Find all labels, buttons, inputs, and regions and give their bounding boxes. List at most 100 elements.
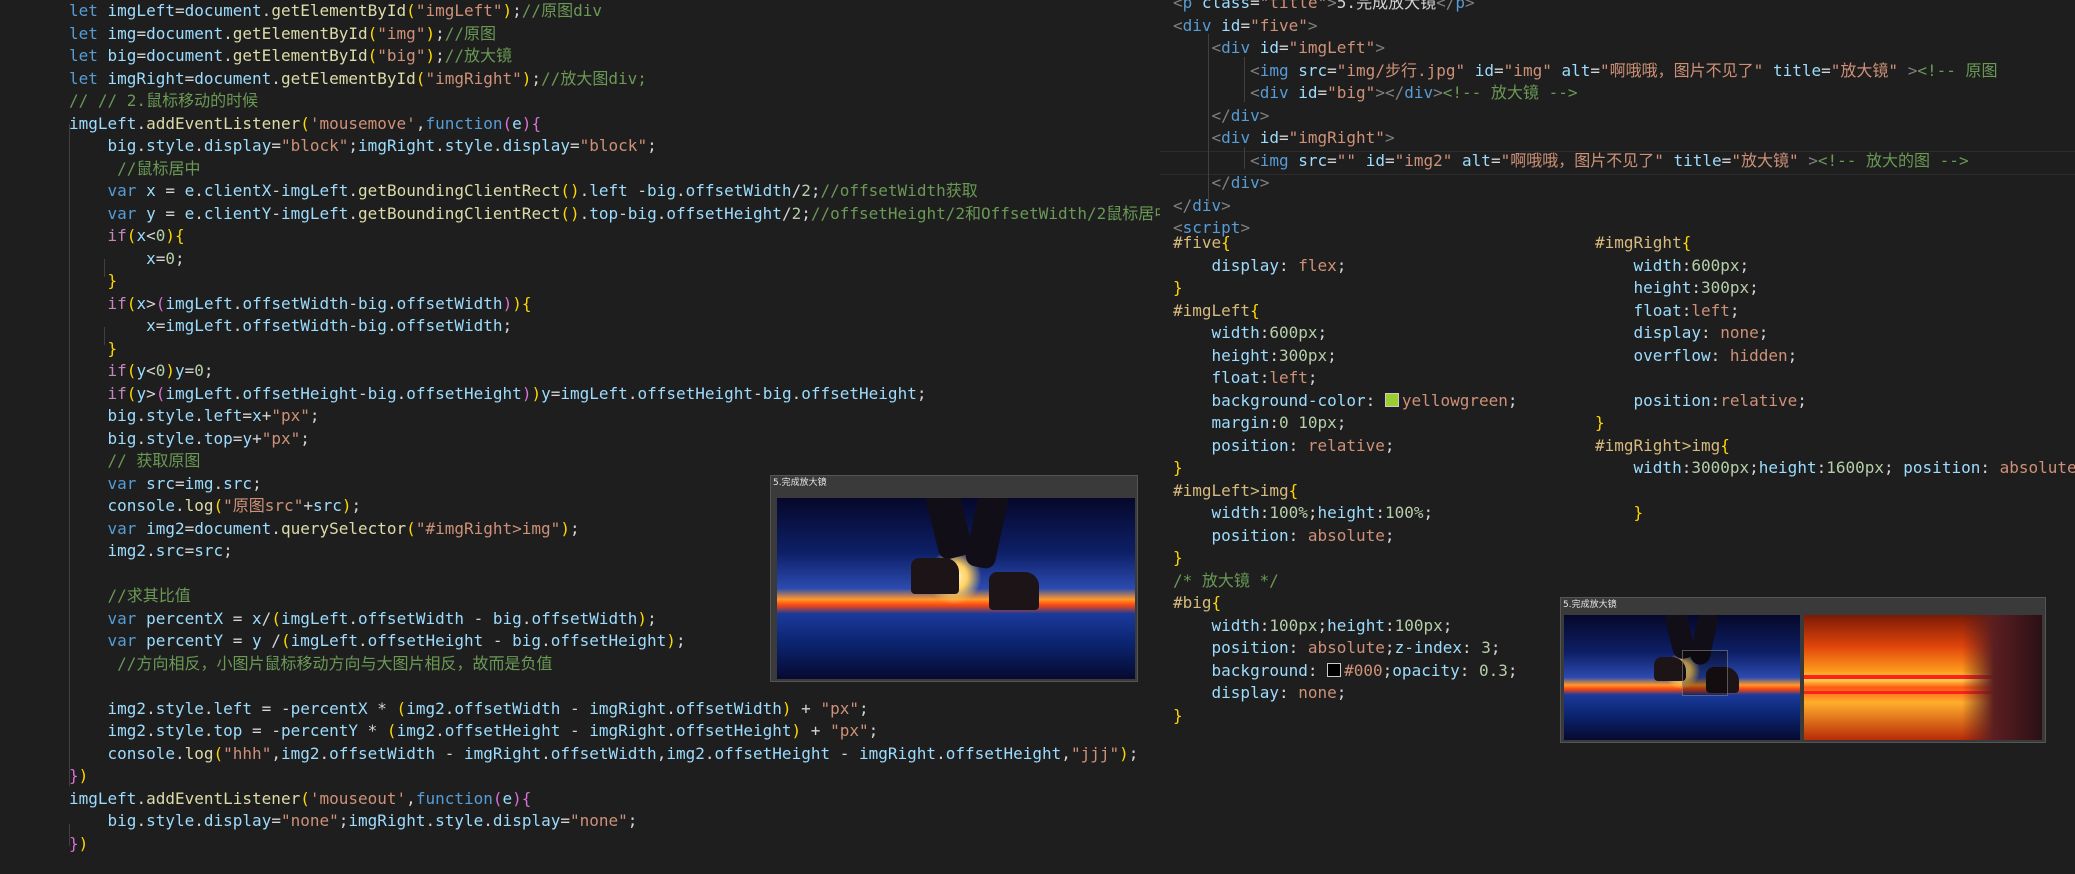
code-token: img2 bbox=[396, 721, 436, 740]
code-token: { bbox=[531, 113, 542, 133]
code-token: < bbox=[1173, 15, 1183, 35]
code-token: 0 bbox=[155, 361, 166, 380]
code-line[interactable]: let imgLeft=document.getElementById("img… bbox=[0, 0, 1160, 23]
code-line[interactable]: } bbox=[0, 338, 1160, 361]
code-line[interactable]: <p class="title">5.完成放大镜</p> bbox=[1160, 0, 2075, 15]
color-swatch-icon[interactable] bbox=[1384, 392, 1399, 407]
code-token: = bbox=[560, 811, 570, 830]
code-token: = bbox=[136, 23, 147, 43]
code-token: . bbox=[444, 698, 455, 718]
code-line[interactable]: position:relative; bbox=[1595, 390, 2075, 413]
code-line[interactable]: } bbox=[1160, 547, 2075, 570]
code-token: . bbox=[541, 631, 551, 650]
code-line[interactable]: imgLeft.addEventListener('mousemove',fun… bbox=[0, 113, 1160, 136]
code-line[interactable]: big.style.left=x+"px"; bbox=[0, 405, 1160, 428]
code-token: imgLeft bbox=[107, 1, 175, 20]
code-line[interactable]: width:3000px;height:1600px; position: ab… bbox=[1595, 457, 2075, 480]
code-line[interactable]: big.style.display="block";imgRight.style… bbox=[0, 135, 1160, 158]
code-line[interactable]: width:600px; bbox=[1595, 255, 2075, 278]
code-line[interactable]: if(y<0)y=0; bbox=[0, 360, 1160, 383]
code-token: ; bbox=[502, 316, 513, 335]
code-token: + bbox=[252, 428, 262, 448]
code-line[interactable]: height:300px; bbox=[1595, 277, 2075, 300]
code-token: big bbox=[107, 406, 137, 425]
code-line[interactable]: </div> bbox=[1160, 195, 2075, 218]
code-token: querySelector bbox=[280, 518, 407, 538]
code-token: < bbox=[146, 361, 156, 380]
code-token: offsetWidth bbox=[550, 743, 657, 763]
code-line[interactable]: //鼠标居中 bbox=[0, 158, 1160, 181]
code-line[interactable]: let big=document.getElementById("big");/… bbox=[0, 45, 1160, 68]
code-token: : bbox=[1710, 345, 1730, 365]
code-line[interactable]: imgLeft.addEventListener('mouseout',func… bbox=[0, 788, 1160, 811]
code-token: x bbox=[136, 226, 147, 245]
code-token: . bbox=[425, 811, 436, 830]
code-token: <!-- 放大的图 --> bbox=[1817, 150, 1969, 170]
code-line[interactable]: big.style.display="none";imgRight.style.… bbox=[0, 810, 1160, 833]
code-line[interactable]: // 获取原图 bbox=[0, 450, 1160, 473]
code-token: . bbox=[174, 496, 185, 515]
code-line[interactable]: var y = e.clientY-imgLeft.getBoundingCli… bbox=[0, 203, 1160, 226]
code-line[interactable]: <img src="img/步行.jpg" id="img" alt="啊哦哦，… bbox=[1160, 60, 2075, 83]
code-line[interactable]: console.log("hhh",img2.offsetWidth - img… bbox=[0, 743, 1160, 766]
code-line[interactable]: </div> bbox=[1160, 172, 2075, 195]
code-line[interactable]: img2.style.top = -percentY * (img2.offse… bbox=[0, 720, 1160, 743]
code-line[interactable]: #imgRight>img{ bbox=[1595, 435, 2075, 458]
js-editor-pane[interactable]: let imgLeft=document.getElementById("img… bbox=[0, 0, 1160, 874]
code-token: = bbox=[223, 631, 253, 650]
code-line[interactable]: <img src="" id="img2" alt="啊哦哦，图片不见了" ti… bbox=[1160, 150, 2075, 173]
code-token: src bbox=[194, 541, 224, 560]
code-token: : bbox=[1307, 660, 1328, 680]
code-token: ( bbox=[367, 23, 378, 43]
code-line[interactable]: /* 放大镜 */ bbox=[1160, 570, 2075, 593]
code-line[interactable]: <div id="imgRight"> bbox=[1160, 127, 2075, 150]
code-line[interactable]: <div id="big"></div><!-- 放大镜 --> bbox=[1160, 82, 2075, 105]
code-line[interactable]: <div id="five"> bbox=[1160, 15, 2075, 38]
code-line[interactable]: if(y>(imgLeft.offsetHeight-big.offsetHei… bbox=[0, 383, 1160, 406]
code-token: : bbox=[1700, 323, 1721, 342]
code-line[interactable]: display: none; bbox=[1595, 322, 2075, 345]
code-line[interactable]: #imgRight{ bbox=[1595, 232, 2075, 255]
code-line[interactable]: <div id="imgLeft"> bbox=[1160, 37, 2075, 60]
code-token: "hhh" bbox=[223, 743, 272, 763]
code-line[interactable]: x=imgLeft.offsetWidth-big.offsetWidth; bbox=[0, 315, 1160, 338]
zoomed-image bbox=[1804, 615, 2042, 740]
code-line[interactable]: } bbox=[1595, 412, 2075, 435]
code-line[interactable]: big.style.top=y+"px"; bbox=[0, 428, 1160, 451]
code-line[interactable] bbox=[1595, 480, 2075, 503]
code-line[interactable] bbox=[1595, 367, 2075, 390]
code-token: e bbox=[184, 203, 195, 223]
code-line[interactable]: var x = e.clientX-imgLeft.getBoundingCli… bbox=[0, 180, 1160, 203]
code-token: ) bbox=[781, 698, 792, 718]
code-line[interactable]: x=0; bbox=[0, 248, 1160, 271]
code-line[interactable]: }) bbox=[0, 765, 1160, 788]
code-line[interactable]: float:left; bbox=[1595, 300, 2075, 323]
code-token: left bbox=[203, 406, 243, 425]
code-token: - bbox=[348, 316, 359, 335]
code-line[interactable]: } bbox=[1595, 502, 2075, 525]
code-line[interactable]: img2.style.left = -percentX * (img2.offs… bbox=[0, 698, 1160, 721]
code-token: y bbox=[136, 361, 147, 380]
code-line[interactable]: // // 2.鼠标移动的时候 bbox=[0, 90, 1160, 113]
code-line[interactable]: } bbox=[0, 270, 1160, 293]
code-line[interactable]: if(x>(imgLeft.offsetWidth-big.offsetWidt… bbox=[0, 293, 1160, 316]
code-line[interactable]: if(x<0){ bbox=[0, 225, 1160, 248]
code-line[interactable]: }) bbox=[0, 833, 1160, 856]
magnifier-lens[interactable] bbox=[1682, 650, 1728, 696]
code-line[interactable]: </div> bbox=[1160, 105, 2075, 128]
code-token: title bbox=[1772, 60, 1822, 80]
code-line[interactable]: overflow: hidden; bbox=[1595, 345, 2075, 368]
code-token: } bbox=[1173, 705, 1183, 725]
color-swatch-icon[interactable] bbox=[1327, 662, 1342, 677]
code-line[interactable]: let img=document.getElementById("img");/… bbox=[0, 23, 1160, 46]
html-css-editor-pane[interactable]: <p class="title">5.完成放大镜</p> <div id="fiv… bbox=[1160, 0, 2075, 874]
code-token: <!-- 原图 bbox=[1917, 60, 1998, 80]
code-line[interactable]: position: absolute; bbox=[1160, 525, 2075, 548]
code-token: ></ bbox=[1375, 83, 1405, 102]
code-line[interactable]: let imgRight=document.getElementById("im… bbox=[0, 68, 1160, 91]
code-token: = bbox=[271, 136, 281, 155]
